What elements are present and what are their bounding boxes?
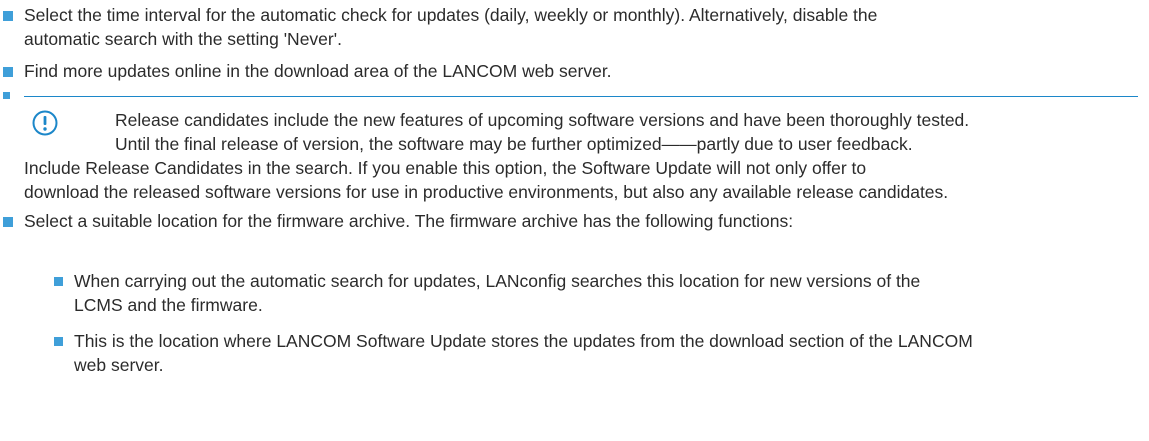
release-candidates-line-1: Include Release Candidates in the search…	[24, 158, 867, 178]
bullet-marker	[3, 217, 13, 227]
bullet-marker	[3, 11, 13, 21]
bullet-marker	[3, 67, 13, 77]
exclamation-circle-icon	[32, 110, 58, 136]
sub-bullet-1-line-2: LCMS and the firmware.	[74, 295, 263, 315]
bullet-1-line-2: automatic search with the setting 'Never…	[24, 29, 342, 49]
note-divider	[24, 96, 1138, 97]
bullet-2-line-1: Find more updates online in the download…	[24, 61, 612, 81]
note-line-1: Release candidates include the new featu…	[115, 110, 970, 130]
sub-bullet-marker	[54, 277, 63, 286]
document-page: Select the time interval for the automat…	[0, 0, 1149, 441]
bullet-marker	[3, 92, 10, 99]
sub-bullet-1-line-1: When carrying out the automatic search f…	[74, 271, 921, 291]
sub-bullet-2-line-1: This is the location where LANCOM Softwa…	[74, 331, 973, 351]
bullet-1-line-1: Select the time interval for the automat…	[24, 5, 878, 25]
note-line-2: Until the final release of version, the …	[115, 134, 913, 154]
archive-intro: Select a suitable location for the firmw…	[24, 211, 794, 231]
sub-bullet-marker	[54, 337, 63, 346]
release-candidates-line-2: download the released software versions …	[24, 182, 949, 202]
sub-bullet-2-line-2: web server.	[74, 355, 164, 375]
